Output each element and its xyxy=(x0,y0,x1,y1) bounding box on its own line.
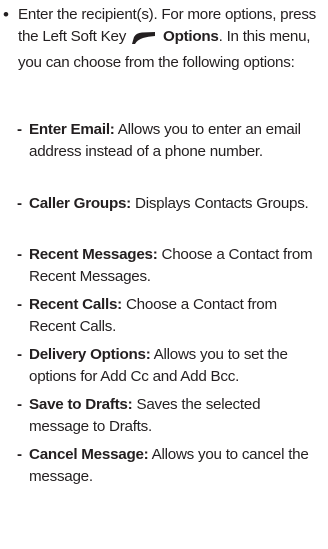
option-cancel-message: - Cancel Message: Allows you to cancel t… xyxy=(17,444,323,488)
option-label: Save to Drafts: xyxy=(29,396,133,413)
manual-page: • Enter the recipient(s). For more optio… xyxy=(0,0,328,549)
option-dash: - xyxy=(17,195,22,212)
option-dash: - xyxy=(17,246,22,263)
option-label: Caller Groups: xyxy=(29,195,131,212)
option-caller-groups: - Caller Groups: Displays Contacts Group… xyxy=(17,193,323,215)
left-soft-key-icon xyxy=(131,30,157,52)
option-label: Recent Messages: xyxy=(29,246,158,263)
option-label: Cancel Message: xyxy=(29,446,149,463)
option-dash: - xyxy=(17,346,22,363)
option-delivery-options: - Delivery Options: Allows you to set th… xyxy=(17,344,323,388)
option-dash: - xyxy=(17,296,22,313)
option-recent-calls: - Recent Calls: Choose a Contact from Re… xyxy=(17,294,323,338)
options-key-label: Options xyxy=(163,28,219,45)
option-label: Enter Email: xyxy=(29,121,115,138)
left-soft-key-icon-graphic xyxy=(132,32,156,44)
option-recent-messages: - Recent Messages: Choose a Contact from… xyxy=(17,244,323,288)
option-dash: - xyxy=(17,396,22,413)
option-dash: - xyxy=(17,446,22,463)
option-label: Recent Calls: xyxy=(29,296,122,313)
bullet-marker: • xyxy=(3,5,9,24)
option-description: Displays Contacts Groups. xyxy=(134,195,309,212)
intro-paragraph: Enter the recipient(s). For more options… xyxy=(18,4,328,74)
option-enter-email: - Enter Email: Allows you to enter an em… xyxy=(17,119,323,163)
option-label: Delivery Options: xyxy=(29,346,151,363)
option-save-to-drafts: - Save to Drafts: Saves the selected mes… xyxy=(17,394,323,438)
option-dash: - xyxy=(17,121,22,138)
